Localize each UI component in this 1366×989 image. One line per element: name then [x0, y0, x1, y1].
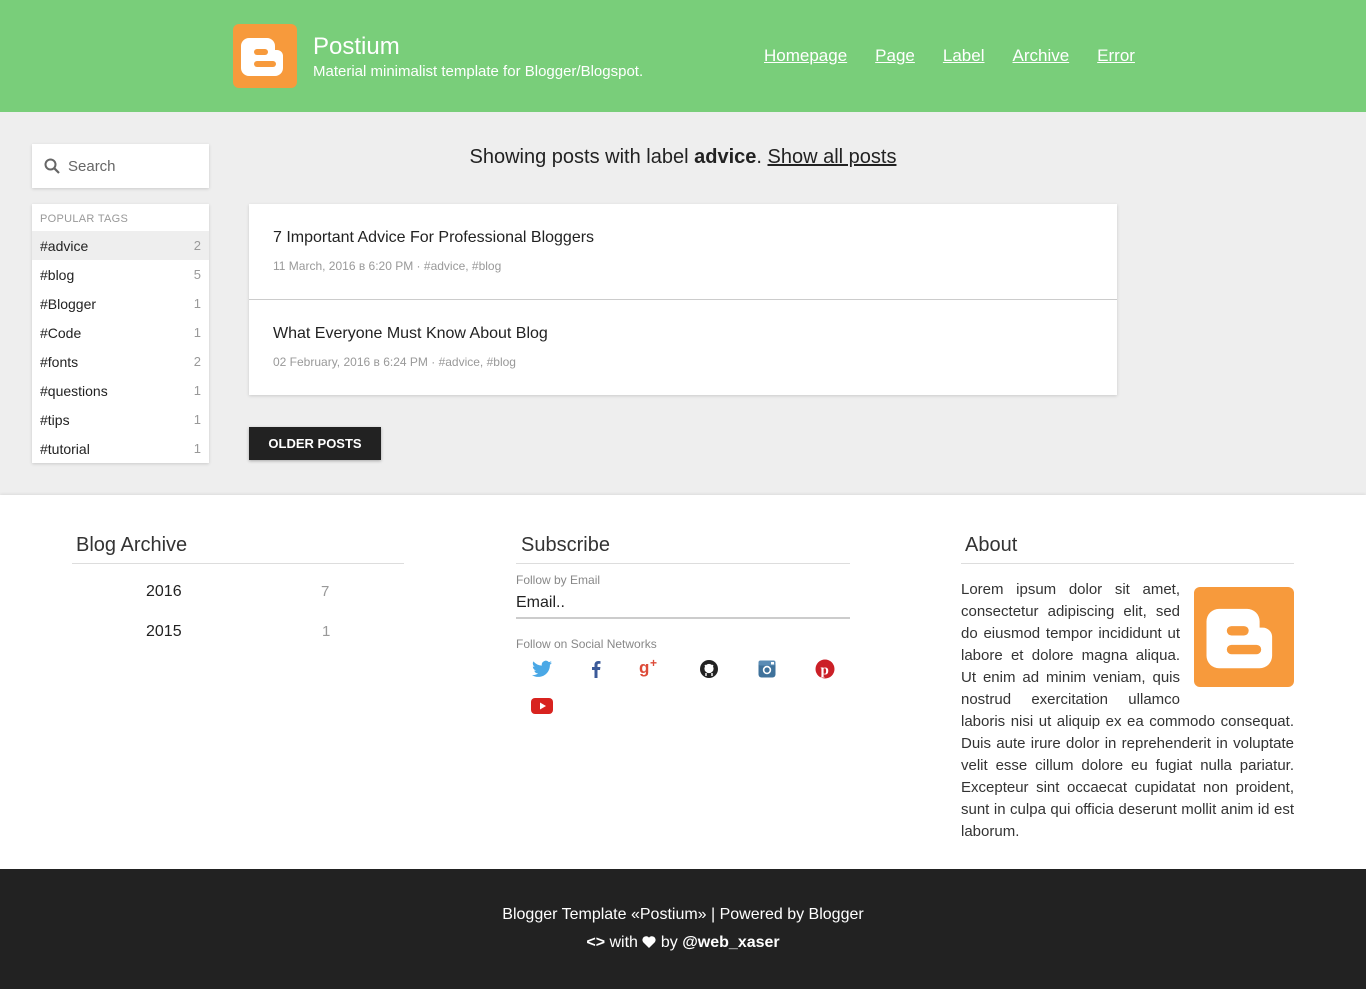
nav-label[interactable]: Label — [943, 46, 985, 66]
follow-by-email-label: Follow by Email — [516, 573, 601, 587]
tag-name: #tutorial — [40, 440, 90, 457]
footer-credits: Blogger Template «Postium» | Powered by … — [502, 906, 864, 923]
tag-count: 1 — [193, 296, 201, 311]
heading-sep: . — [756, 146, 768, 168]
about-title: About — [965, 534, 1018, 556]
youtube-icon[interactable] — [530, 694, 554, 718]
post-title[interactable]: What Everyone Must Know About Blog — [273, 325, 548, 343]
tag-questions[interactable]: #questions 1 — [32, 376, 209, 405]
blogger-icon — [1194, 587, 1294, 687]
tag-name: #blog — [40, 266, 75, 283]
blogger-logo-icon[interactable] — [233, 24, 297, 88]
footer-author-line: <> with by @web_xaser — [0, 934, 1366, 952]
svg-text:+: + — [650, 657, 657, 670]
tag-tutorial[interactable]: #tutorial 1 — [32, 434, 209, 463]
tag-fonts[interactable]: #fonts 2 — [32, 347, 209, 376]
tag-name: #questions — [40, 382, 108, 399]
post-list: 7 Important Advice For Professional Blog… — [249, 204, 1117, 395]
show-all-posts-link[interactable]: Show all posts — [768, 146, 897, 168]
nav-archive[interactable]: Archive — [1012, 46, 1069, 66]
subscribe-divider — [516, 563, 850, 564]
tag-tips[interactable]: #tips 1 — [32, 405, 209, 434]
nav-homepage[interactable]: Homepage — [764, 46, 847, 66]
site-footer: Blogger Template «Postium» | Powered by … — [0, 869, 1366, 989]
archive-count: 1 — [322, 623, 331, 640]
site-title[interactable]: Postium — [313, 33, 400, 61]
email-field[interactable] — [516, 589, 850, 619]
tag-code[interactable]: #Code 1 — [32, 318, 209, 347]
tag-count: 2 — [193, 238, 201, 253]
subscribe-title: Subscribe — [521, 534, 610, 556]
post-item: 7 Important Advice For Professional Blog… — [249, 204, 1117, 299]
tag-name: #Code — [40, 324, 82, 341]
tag-advice[interactable]: #advice 2 — [32, 231, 209, 260]
site-header: Postium Material minimalist template for… — [0, 0, 1366, 112]
post-title[interactable]: 7 Important Advice For Professional Blog… — [273, 229, 594, 247]
post-meta: 11 March, 2016 в 6:20 PM · #advice, #blo… — [273, 259, 502, 273]
nav-page[interactable]: Page — [875, 46, 915, 66]
post-meta: 02 February, 2016 в 6:24 PM · #advice, #… — [273, 355, 516, 369]
tag-count: 1 — [193, 383, 201, 398]
tag-count: 5 — [193, 267, 201, 282]
heading-label: advice — [694, 146, 757, 168]
code-icon: <> — [586, 934, 606, 951]
search-box — [32, 144, 209, 188]
twitter-icon[interactable] — [530, 657, 554, 681]
tag-count: 2 — [193, 354, 201, 369]
tag-blogger[interactable]: #Blogger 1 — [32, 289, 209, 318]
tag-blog[interactable]: #blog 5 — [32, 260, 209, 289]
social-networks-label: Follow on Social Networks — [516, 637, 657, 651]
tag-name: #fonts — [40, 353, 79, 370]
instagram-icon[interactable] — [755, 657, 779, 681]
archive-year-2015[interactable]: 2015 — [146, 623, 182, 641]
archive-year-2016[interactable]: 2016 — [146, 583, 182, 601]
svg-text:g: g — [639, 658, 649, 677]
tag-count: 1 — [193, 325, 201, 340]
author-link[interactable]: @web_xaser — [682, 934, 779, 951]
tag-count: 1 — [193, 441, 201, 456]
footer-with: with — [609, 934, 638, 951]
tag-name: #tips — [40, 411, 70, 428]
nav-error[interactable]: Error — [1097, 46, 1135, 66]
footer-by: by — [660, 934, 678, 951]
google-plus-icon[interactable]: g + — [638, 655, 662, 679]
tag-count: 1 — [193, 412, 201, 427]
popular-tags-widget: POPULAR TAGS #advice 2 #blog 5 #Blogger … — [32, 204, 209, 463]
label-heading: Showing posts with label advice. Show al… — [249, 146, 1117, 169]
main-nav: Homepage Page Label Archive Error — [764, 46, 1163, 66]
site-description: Material minimalist template for Blogger… — [313, 63, 644, 80]
about-divider — [961, 563, 1294, 564]
tag-name: #advice — [40, 237, 89, 254]
archive-title: Blog Archive — [76, 534, 188, 556]
heading-prefix: Showing posts with label — [469, 146, 695, 168]
popular-tags-title: POPULAR TAGS — [40, 213, 129, 225]
facebook-icon[interactable] — [584, 657, 608, 681]
post-item: What Everyone Must Know About Blog 02 Fe… — [249, 299, 1117, 394]
older-posts-button[interactable]: OLDER POSTS — [249, 427, 381, 460]
tag-name: #Blogger — [40, 295, 97, 312]
search-icon — [44, 158, 60, 174]
archive-divider — [72, 563, 404, 564]
archive-count: 7 — [321, 583, 330, 600]
footer-widgets: Blog Archive 2016 7 2015 1 Subscribe Fol… — [0, 495, 1366, 869]
github-icon[interactable] — [697, 657, 721, 681]
heart-icon — [642, 934, 660, 951]
svg-text:p: p — [821, 663, 829, 679]
pinterest-icon[interactable]: p — [813, 657, 837, 681]
about-text-block: Lorem ipsum dolor sit amet, consectetur … — [961, 579, 1294, 843]
search-input[interactable] — [68, 154, 198, 178]
